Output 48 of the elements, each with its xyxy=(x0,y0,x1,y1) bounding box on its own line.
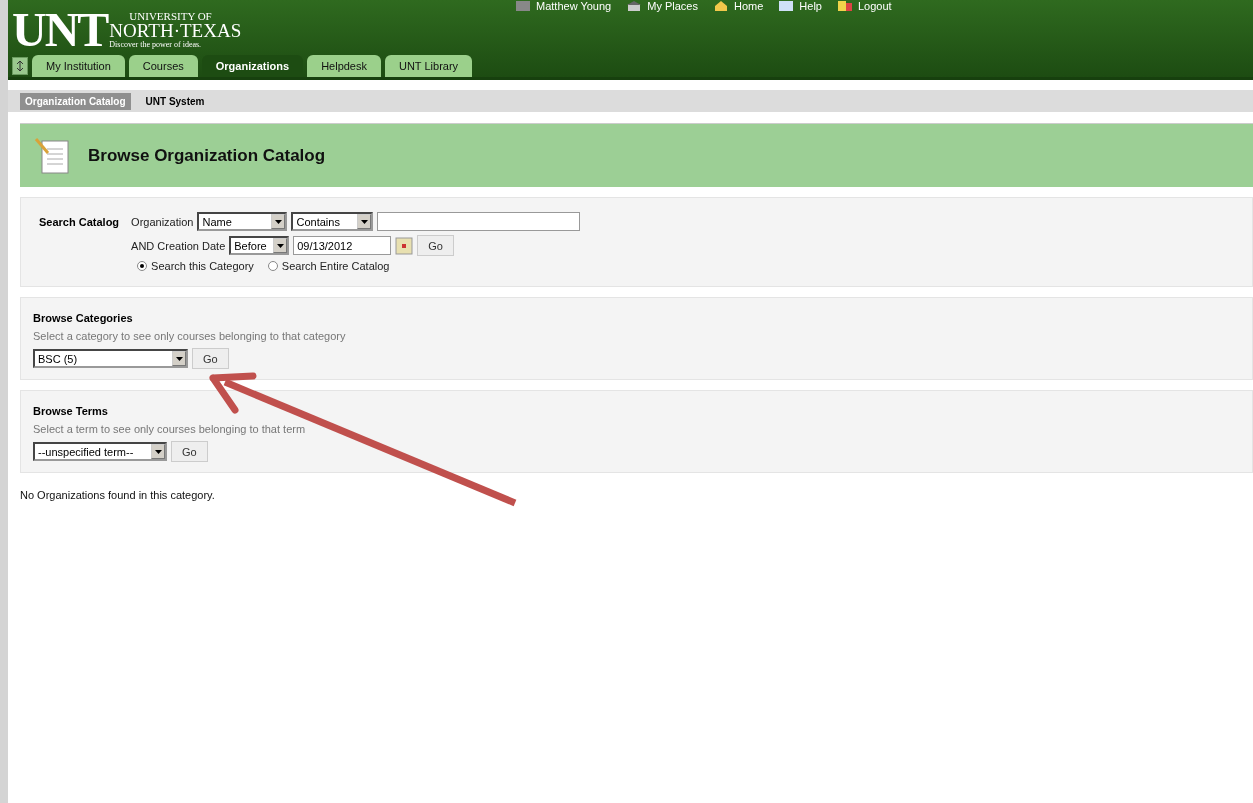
radio-option[interactable]: Search this Category xyxy=(137,260,254,272)
caret-icon xyxy=(274,219,282,224)
nav-tab[interactable]: Helpdesk xyxy=(307,55,381,77)
search-input[interactable] xyxy=(377,212,581,231)
nav-tab[interactable]: Courses xyxy=(128,55,198,77)
hint-text: Select a term to see only courses belonging to that term xyxy=(33,423,307,435)
top-link[interactable]: Matthew Young xyxy=(516,0,612,12)
section-title: Browse Terms xyxy=(33,404,109,417)
menu-toggle-button[interactable] xyxy=(12,57,28,75)
expand-icon xyxy=(16,61,24,71)
calendar-icon[interactable] xyxy=(395,236,414,255)
status-message: No Organizations found in this category. xyxy=(20,489,216,501)
caret-icon xyxy=(276,243,284,248)
dropdown[interactable]: Contains xyxy=(291,212,374,231)
go-button[interactable]: Go xyxy=(417,235,454,256)
logo-mark: UNT xyxy=(12,8,108,52)
field-label: AND Creation Date xyxy=(131,239,226,252)
buildings-icon xyxy=(627,1,642,11)
hint-text: Select a category to see only courses belonging to that category xyxy=(33,330,347,342)
logo-tagline: Discover the power of ideas. xyxy=(109,40,203,50)
dropdown[interactable]: Name xyxy=(197,212,288,231)
subnav-link[interactable]: UNT System xyxy=(140,92,210,110)
radio-button[interactable] xyxy=(137,261,148,271)
top-link[interactable]: Home xyxy=(714,0,764,12)
logo-text: NORTH·TEXAS xyxy=(109,22,242,40)
nav-tab[interactable]: My Institution xyxy=(32,55,125,77)
top-link[interactable]: Logout xyxy=(837,0,892,12)
section-title: Browse Categories xyxy=(33,311,134,324)
logo-text: UNIVERSITY OF xyxy=(128,10,213,22)
section-label: Search Catalog xyxy=(39,215,120,230)
caret-icon xyxy=(154,449,162,454)
date-input[interactable]: 09/13/2012 xyxy=(293,236,392,255)
field-label: Organization xyxy=(131,215,194,228)
document-icon xyxy=(34,136,72,175)
home-icon xyxy=(714,1,728,11)
radio-button[interactable] xyxy=(267,261,278,271)
caret-icon xyxy=(175,356,183,361)
go-button[interactable]: Go xyxy=(192,348,229,369)
go-button[interactable]: Go xyxy=(171,441,208,462)
dropdown[interactable]: --unspecified term-- xyxy=(33,442,167,461)
page-title: Browse Organization Catalog xyxy=(88,145,326,166)
top-link[interactable]: Help xyxy=(779,0,822,12)
top-link[interactable]: My Places xyxy=(627,0,698,12)
radio-option[interactable]: Search Entire Catalog xyxy=(267,260,390,272)
nav-tab[interactable]: UNT Library xyxy=(385,55,473,77)
caret-icon xyxy=(360,219,368,224)
dropdown[interactable]: BSC (5) xyxy=(33,349,188,368)
dropdown[interactable]: Before xyxy=(229,236,290,255)
